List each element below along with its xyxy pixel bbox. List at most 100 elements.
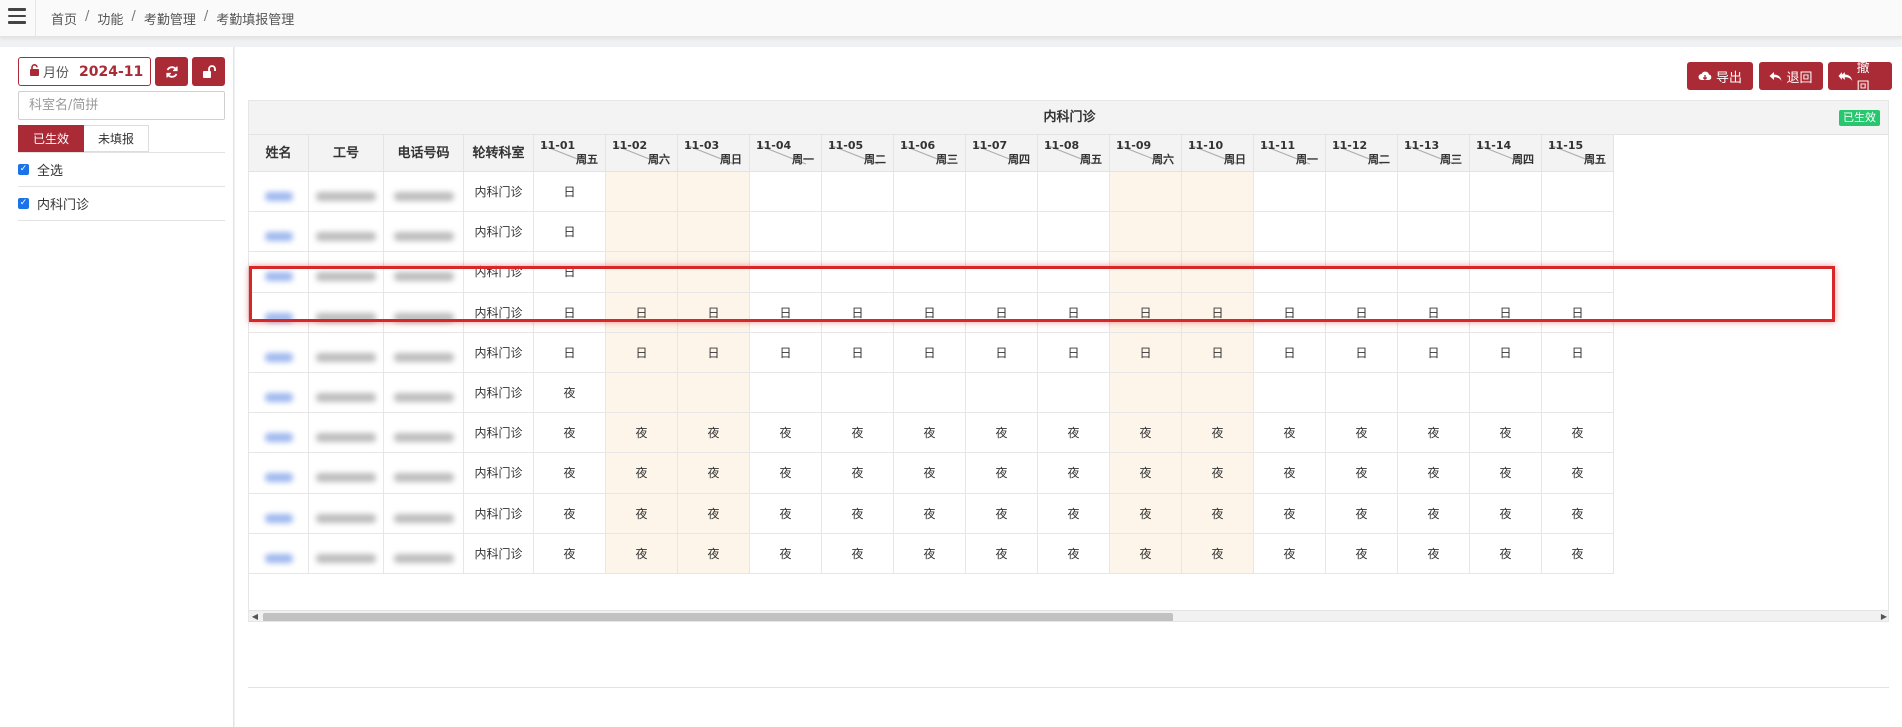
shift-cell[interactable]: 日	[534, 172, 606, 213]
shift-cell[interactable]: 夜	[1470, 413, 1542, 454]
tab-unfilled[interactable]: 未填报	[84, 125, 150, 152]
shift-cell[interactable]: 日	[966, 292, 1038, 333]
shift-cell[interactable]: 日	[1398, 292, 1470, 333]
shift-cell[interactable]: 日	[1326, 292, 1398, 333]
shift-cell[interactable]	[678, 172, 750, 213]
shift-cell[interactable]	[1542, 252, 1614, 293]
shift-cell[interactable]	[1182, 172, 1254, 213]
shift-cell[interactable]: 夜	[750, 493, 822, 534]
shift-cell[interactable]	[822, 252, 894, 293]
shift-cell[interactable]	[1326, 172, 1398, 213]
shift-cell[interactable]	[1398, 373, 1470, 414]
refresh-button[interactable]	[155, 57, 188, 86]
shift-cell[interactable]: 夜	[1254, 533, 1326, 574]
scroll-right-icon[interactable]: ▶	[1878, 611, 1888, 621]
shift-cell[interactable]	[1470, 172, 1542, 213]
shift-cell[interactable]: 日	[1110, 292, 1182, 333]
shift-cell[interactable]: 夜	[822, 493, 894, 534]
breadcrumb-attendance[interactable]: 考勤管理	[144, 9, 196, 28]
shift-cell[interactable]: 夜	[534, 493, 606, 534]
shift-cell[interactable]: 夜	[1398, 493, 1470, 534]
shift-cell[interactable]	[822, 172, 894, 213]
shift-cell[interactable]: 日	[1182, 332, 1254, 373]
shift-cell[interactable]: 夜	[1326, 493, 1398, 534]
shift-cell[interactable]	[1398, 172, 1470, 213]
shift-cell[interactable]	[894, 373, 966, 414]
shift-cell[interactable]	[1470, 373, 1542, 414]
shift-cell[interactable]	[1038, 212, 1110, 253]
shift-cell[interactable]	[1326, 252, 1398, 293]
shift-cell[interactable]	[1110, 373, 1182, 414]
shift-cell[interactable]: 日	[606, 332, 678, 373]
shift-cell[interactable]	[1254, 252, 1326, 293]
shift-cell[interactable]: 夜	[534, 373, 606, 414]
shift-cell[interactable]: 日	[678, 292, 750, 333]
shift-cell[interactable]: 日	[822, 332, 894, 373]
month-picker[interactable]: 月份 2024-11	[18, 57, 151, 86]
shift-cell[interactable]	[1182, 252, 1254, 293]
shift-cell[interactable]: 夜	[534, 533, 606, 574]
shift-cell[interactable]	[966, 252, 1038, 293]
shift-cell[interactable]	[1254, 172, 1326, 213]
shift-cell[interactable]	[678, 212, 750, 253]
shift-cell[interactable]	[1038, 252, 1110, 293]
shift-cell[interactable]	[750, 212, 822, 253]
shift-cell[interactable]: 日	[1470, 332, 1542, 373]
shift-cell[interactable]: 夜	[1542, 453, 1614, 494]
shift-cell[interactable]: 日	[1470, 292, 1542, 333]
employee-name-cell[interactable]	[249, 292, 309, 333]
shift-cell[interactable]: 夜	[1038, 493, 1110, 534]
shift-cell[interactable]: 日	[534, 252, 606, 293]
department-checkbox[interactable]: ✓ 内科门诊	[18, 187, 225, 221]
shift-cell[interactable]: 日	[1038, 332, 1110, 373]
shift-cell[interactable]	[966, 373, 1038, 414]
unlock-button[interactable]	[192, 57, 225, 86]
shift-cell[interactable]: 夜	[894, 533, 966, 574]
shift-cell[interactable]: 夜	[1398, 533, 1470, 574]
shift-cell[interactable]	[750, 252, 822, 293]
shift-cell[interactable]: 夜	[1542, 533, 1614, 574]
shift-cell[interactable]: 日	[1398, 332, 1470, 373]
shift-cell[interactable]	[1254, 212, 1326, 253]
employee-name-cell[interactable]	[249, 493, 309, 534]
shift-cell[interactable]: 日	[966, 332, 1038, 373]
shift-cell[interactable]: 夜	[1470, 533, 1542, 574]
shift-cell[interactable]: 夜	[894, 493, 966, 534]
shift-cell[interactable]: 夜	[1326, 533, 1398, 574]
employee-name-cell[interactable]	[249, 252, 309, 293]
shift-cell[interactable]	[1110, 212, 1182, 253]
shift-cell[interactable]: 夜	[966, 453, 1038, 494]
shift-cell[interactable]: 夜	[750, 533, 822, 574]
shift-cell[interactable]: 夜	[678, 413, 750, 454]
shift-cell[interactable]: 日	[1542, 292, 1614, 333]
shift-cell[interactable]: 夜	[894, 413, 966, 454]
shift-cell[interactable]: 夜	[750, 453, 822, 494]
shift-cell[interactable]: 夜	[1470, 493, 1542, 534]
shift-cell[interactable]: 夜	[1326, 453, 1398, 494]
employee-name-cell[interactable]	[249, 373, 309, 414]
shift-cell[interactable]: 夜	[606, 413, 678, 454]
shift-cell[interactable]	[1470, 212, 1542, 253]
shift-cell[interactable]: 日	[1254, 332, 1326, 373]
shift-cell[interactable]: 夜	[1254, 413, 1326, 454]
shift-cell[interactable]: 夜	[822, 413, 894, 454]
shift-cell[interactable]	[1542, 212, 1614, 253]
shift-cell[interactable]: 夜	[1182, 413, 1254, 454]
shift-cell[interactable]	[894, 172, 966, 213]
shift-cell[interactable]: 日	[534, 292, 606, 333]
shift-cell[interactable]: 日	[1110, 332, 1182, 373]
tab-effective[interactable]: 已生效	[18, 125, 85, 152]
shift-cell[interactable]	[606, 373, 678, 414]
employee-name-cell[interactable]	[249, 453, 309, 494]
shift-cell[interactable]: 日	[606, 292, 678, 333]
shift-cell[interactable]	[1542, 373, 1614, 414]
employee-name-cell[interactable]	[249, 413, 309, 454]
shift-cell[interactable]: 夜	[750, 413, 822, 454]
employee-name-cell[interactable]	[249, 332, 309, 373]
scroll-left-icon[interactable]: ◀	[249, 611, 261, 621]
shift-cell[interactable]: 夜	[1038, 413, 1110, 454]
shift-cell[interactable]	[1542, 172, 1614, 213]
shift-cell[interactable]	[894, 252, 966, 293]
shift-cell[interactable]	[1038, 373, 1110, 414]
shift-cell[interactable]	[750, 373, 822, 414]
